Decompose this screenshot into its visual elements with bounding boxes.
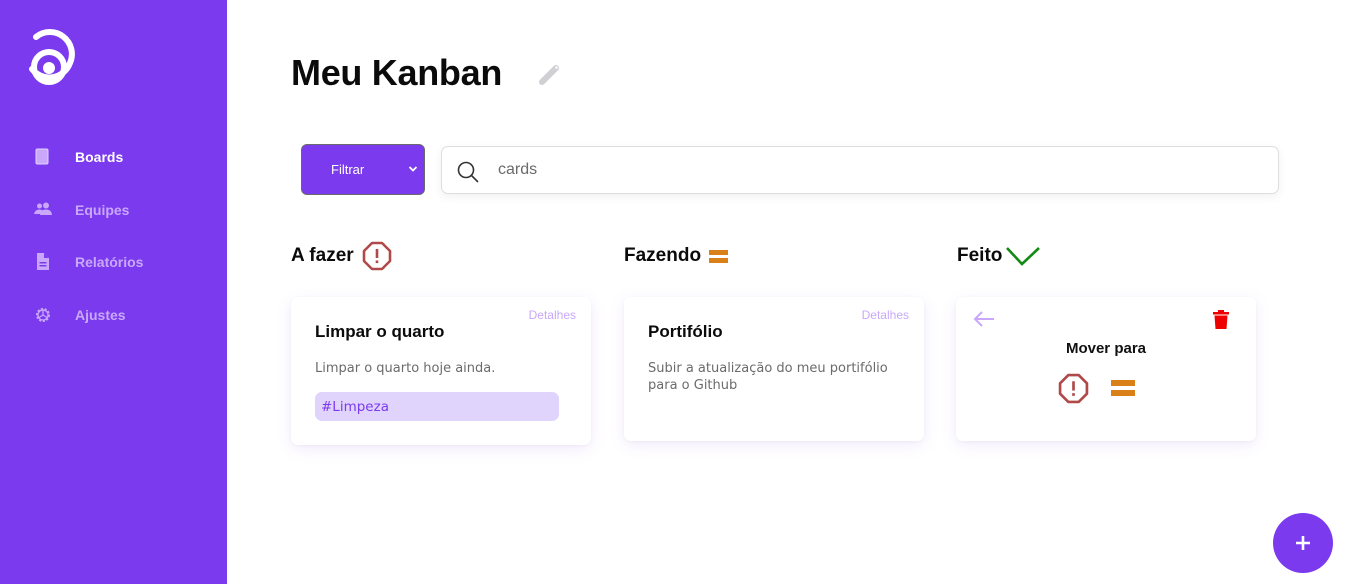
- pencil-icon[interactable]: [536, 60, 564, 88]
- filter-label: Filtrar: [331, 162, 365, 177]
- search-icon: [457, 161, 479, 183]
- card-title: Portifólio: [648, 322, 723, 341]
- chevron-down-icon: [408, 166, 418, 172]
- column-title: Fazendo: [624, 245, 702, 266]
- card-description: Limpar o quarto hoje ainda.: [315, 361, 496, 376]
- details-link[interactable]: Detalhes: [529, 308, 576, 322]
- card-limpar-quarto[interactable]: Detalhes Limpar o quarto Limpar o quarto…: [291, 297, 591, 445]
- sidebar: Boards Equipes Relatórios Ajustes: [0, 0, 227, 584]
- move-to-doing-button[interactable]: [1111, 379, 1135, 398]
- add-card-button[interactable]: [1273, 513, 1333, 573]
- details-link[interactable]: Detalhes: [862, 308, 909, 322]
- equals-icon: [709, 249, 729, 263]
- column-header-done: Feito: [957, 242, 1041, 270]
- users-icon: [34, 202, 52, 215]
- sidebar-item-equipes[interactable]: Equipes: [0, 193, 227, 227]
- move-to-todo-button[interactable]: [1058, 373, 1089, 404]
- card-title: Limpar o quarto: [315, 322, 445, 341]
- gear-icon: [36, 308, 50, 322]
- filter-dropdown[interactable]: Filtrar: [301, 144, 425, 195]
- card-tag: #Limpeza: [315, 392, 559, 421]
- plus-icon: [1296, 536, 1310, 550]
- column-title: A fazer: [291, 245, 354, 266]
- sidebar-item-ajustes[interactable]: Ajustes: [0, 298, 227, 332]
- sidebar-item-boards[interactable]: Boards: [0, 140, 227, 174]
- sidebar-item-label: Equipes: [75, 202, 130, 218]
- move-card: Mover para: [956, 297, 1256, 441]
- logo-icon: [29, 29, 75, 85]
- arrow-left-icon[interactable]: [973, 310, 995, 328]
- column-title: Feito: [957, 245, 1003, 266]
- octagon-alert-icon: [362, 241, 391, 271]
- sidebar-item-relatorios[interactable]: Relatórios: [0, 245, 227, 279]
- check-icon: [1006, 247, 1041, 266]
- app: Boards Equipes Relatórios Ajustes Meu Ka…: [0, 0, 1353, 584]
- card-description: Subir a atualização do meu portifólio pa…: [648, 361, 888, 393]
- search-box: [441, 146, 1279, 194]
- search-input[interactable]: [498, 157, 1258, 183]
- page-title: Meu Kanban: [291, 52, 503, 93]
- trash-icon[interactable]: [1213, 310, 1229, 329]
- sidebar-item-label: Ajustes: [75, 307, 126, 323]
- sidebar-item-label: Boards: [75, 149, 124, 165]
- card-portifolio[interactable]: Detalhes Portifólio Subir a atualização …: [624, 297, 924, 441]
- move-label: Mover para: [1065, 340, 1147, 357]
- column-header-doing: Fazendo: [624, 242, 729, 270]
- document-icon: [37, 253, 49, 270]
- board-icon: [35, 148, 49, 165]
- column-header-todo: A fazer: [291, 241, 392, 271]
- sidebar-item-label: Relatórios: [75, 254, 144, 270]
